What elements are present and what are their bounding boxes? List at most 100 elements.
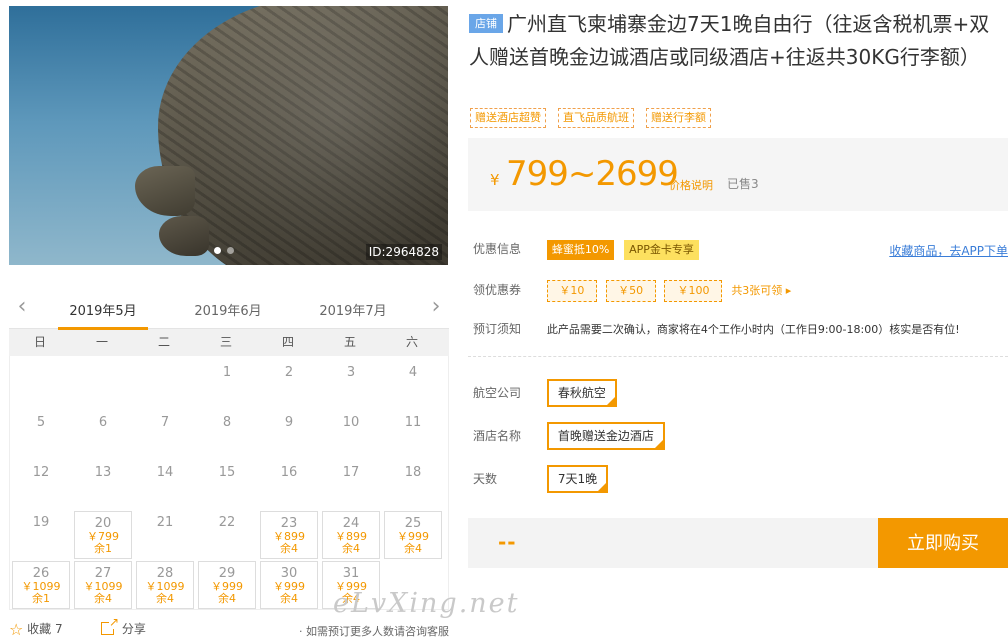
hotel-label: 酒店名称	[473, 429, 522, 443]
calendar-day: 13	[94, 465, 112, 480]
section-divider	[468, 356, 1008, 357]
carousel-dot-1[interactable]	[214, 247, 221, 254]
weekday-label: 一	[95, 335, 108, 349]
day-number: 29	[218, 566, 236, 581]
weekday-label: 五	[343, 335, 356, 349]
calendar-day-available[interactable]: 24 ￥899 余4	[322, 511, 380, 559]
buy-now-button[interactable]: 立即购买	[878, 518, 1008, 568]
hotel-option[interactable]: 首晚赠送金边酒店	[546, 422, 665, 450]
calendar-day: 17	[342, 465, 360, 480]
calendar-day-available[interactable]: 23 ￥899 余4	[260, 511, 318, 559]
calendar-day: 15	[218, 465, 236, 480]
weekday-label: 二	[157, 335, 170, 349]
favorite-button[interactable]: ☆ 收藏 7	[9, 620, 63, 639]
product-hero-image[interactable]: ID:2964828	[9, 6, 448, 265]
calendar-day: 8	[222, 415, 232, 430]
calendar-day: 1	[222, 365, 232, 380]
discount-row: 优惠信息 蜂蜜抵10% APP金卡专享	[473, 240, 705, 260]
day-number: 31	[342, 566, 360, 581]
days-label: 天数	[473, 472, 498, 486]
purchase-bar: -- 立即购买	[468, 518, 1008, 568]
calendar-day-grid: 1 2 3 4 5 6 7 8 9 10 11 12 13 14 15 16 1…	[9, 356, 449, 610]
calendar-day-available[interactable]: 20 ￥799 余1	[74, 511, 132, 559]
day-number: 20	[94, 516, 112, 531]
calendar-empty-cell	[136, 361, 194, 409]
day-stock: 余4	[218, 592, 236, 605]
day-stock: 余4	[342, 542, 360, 555]
day-stock: 余4	[94, 592, 112, 605]
calendar-day: 16	[280, 465, 298, 480]
calendar-day-available[interactable]: 30 ￥999 余4	[260, 561, 318, 609]
share-button[interactable]: 分享	[101, 615, 146, 637]
day-number: 27	[94, 566, 112, 581]
sold-count: 已售3	[727, 177, 759, 191]
stone-face-nose	[135, 166, 195, 216]
booking-notice-label: 预订须知	[473, 322, 522, 336]
calendar-day-available[interactable]: 26 ￥1099 余1	[12, 561, 70, 609]
coupon-label: 领优惠券	[473, 283, 522, 297]
day-stock: 余1	[94, 542, 112, 555]
day-stock: 余4	[156, 592, 174, 605]
share-label: 分享	[121, 622, 146, 636]
calendar-empty-cell	[12, 361, 70, 409]
carousel-dot-2[interactable]	[227, 247, 234, 254]
weekday-label: 日	[33, 335, 46, 349]
airline-label: 航空公司	[473, 386, 522, 400]
days-option-row: 天数 7天1晚	[473, 465, 609, 493]
day-stock: 余4	[280, 542, 298, 555]
day-number: 23	[280, 516, 298, 531]
tab-month-july[interactable]: 2019年7月	[308, 300, 398, 319]
calendar-weekday-header: 日 一 二 三 四 五 六	[9, 329, 449, 356]
coupon-10[interactable]: ￥10	[546, 280, 597, 302]
calendar-day: 18	[404, 465, 422, 480]
calendar-day-available[interactable]: 27 ￥1099 余4	[74, 561, 132, 609]
favorite-app-link[interactable]: 收藏商品，去APP下单	[889, 242, 1008, 259]
day-stock: 余4	[404, 542, 422, 555]
product-tag: 赠送酒店超赞	[470, 108, 546, 128]
booking-notice-row: 预订须知 此产品需要二次确认，商家将在4个工作小时内（工作日9:00-18:00…	[473, 320, 960, 337]
coupon-more-link[interactable]: 共3张可领 ▸	[731, 284, 791, 297]
calendar-day: 2	[284, 365, 294, 380]
calendar-day: 22	[218, 515, 236, 530]
chevron-right-icon[interactable]: ›	[427, 296, 445, 319]
booking-note: · 如需预订更多人数请咨询客服	[299, 625, 449, 638]
calendar-day: 19	[32, 515, 50, 530]
stone-face-lips	[159, 216, 209, 256]
tab-month-may[interactable]: 2019年5月	[58, 300, 148, 330]
coupon-row: 领优惠券 ￥10 ￥50 ￥100 共3张可领 ▸	[473, 280, 791, 302]
day-number: 30	[280, 566, 298, 581]
chevron-left-icon[interactable]: ‹	[13, 296, 31, 319]
product-actions-bar: ☆ 收藏 7 分享 · 如需预订更多人数请咨询客服	[9, 615, 449, 640]
day-stock: 余4	[280, 592, 298, 605]
calendar-day: 9	[284, 415, 294, 430]
calendar-day-available[interactable]: 29 ￥999 余4	[198, 561, 256, 609]
product-tag: 直飞品质航班	[558, 108, 634, 128]
image-id-label: ID:2964828	[365, 244, 442, 260]
coupon-50[interactable]: ￥50	[605, 280, 656, 302]
calendar-day: 6	[98, 415, 108, 430]
calendar-day-available[interactable]: 25 ￥999 余4	[384, 511, 442, 559]
product-tag: 赠送行李额	[646, 108, 711, 128]
calendar-day: 5	[36, 415, 46, 430]
calendar-day: 3	[346, 365, 356, 380]
selected-total: --	[498, 530, 517, 554]
airline-option[interactable]: 春秋航空	[546, 379, 617, 407]
share-icon	[101, 615, 119, 635]
discount-label: 优惠信息	[473, 242, 522, 256]
shop-badge: 店铺	[469, 14, 503, 33]
day-stock: 余1	[32, 592, 50, 605]
weekday-label: 三	[219, 335, 232, 349]
star-icon: ☆	[9, 620, 24, 639]
tab-month-june[interactable]: 2019年6月	[183, 300, 273, 319]
calendar-day: 10	[342, 415, 360, 430]
app-gold-badge: APP金卡专享	[624, 240, 699, 260]
calendar-day-available[interactable]: 28 ￥1099 余4	[136, 561, 194, 609]
airline-option-row: 航空公司 春秋航空	[473, 379, 617, 407]
coupon-100[interactable]: ￥100	[664, 280, 723, 302]
price-box: ¥ 799~2699 价格说明 已售3	[468, 138, 1008, 211]
price-explain-link[interactable]: 价格说明	[669, 177, 713, 193]
price-calendar: ‹ 2019年5月 2019年6月 2019年7月 › 日 一 二 三 四 五 …	[9, 291, 449, 610]
carousel-dots[interactable]	[214, 247, 234, 254]
days-option[interactable]: 7天1晚	[546, 465, 609, 493]
product-tags: 赠送酒店超赞 直飞品质航班 赠送行李额	[470, 108, 711, 128]
